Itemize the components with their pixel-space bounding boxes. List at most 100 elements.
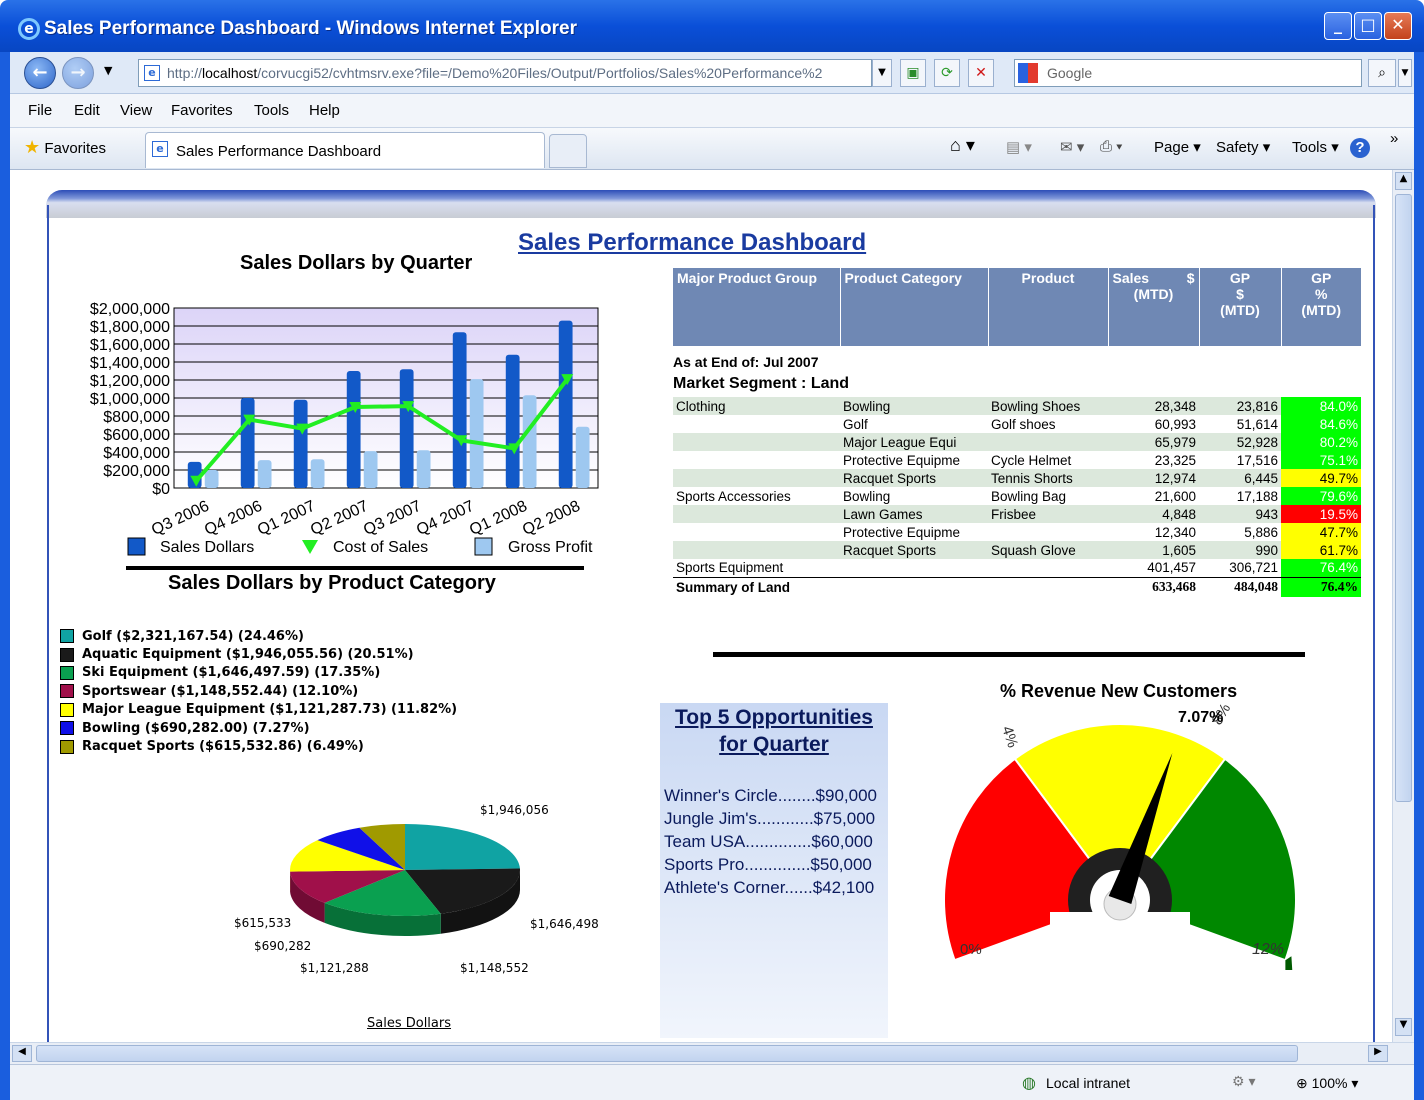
horizontal-scroll-thumb[interactable] (36, 1045, 1298, 1062)
pie-legend: Golf ($2,321,167.54) (24.46%) Aquatic Equ… (60, 627, 457, 756)
section-divider (126, 566, 584, 570)
menu-edit[interactable]: Edit (74, 102, 100, 119)
new-tab-button[interactable] (549, 134, 587, 168)
minimize-button[interactable]: _ (1324, 12, 1352, 40)
legend-label: Ski Equipment ($1,646,497.59) (17.35%) (82, 665, 381, 681)
safety-menu[interactable]: Safety ▾ (1216, 138, 1270, 156)
cell-sales: 12,974 (1108, 469, 1199, 487)
search-options-icon[interactable]: ▼ (1398, 59, 1412, 87)
legend-swatch (60, 665, 74, 680)
compatibility-view-icon[interactable]: ▣ (900, 59, 926, 87)
summary-row: Summary of Land 633,468 484,048 76.4% (673, 576, 1361, 597)
page-menu[interactable]: Page ▾ (1154, 138, 1201, 156)
menu-bar: File Edit View Favorites Tools Help (10, 94, 1414, 128)
cell-major-group (673, 451, 840, 469)
opportunity-item[interactable]: Winner's Circle........$90,000 (664, 784, 888, 807)
table-row: Major League Equi 65,979 52,928 80.2% (673, 433, 1361, 451)
col-gpp-unit: % (1315, 286, 1328, 302)
zoom-control[interactable]: ⊕ 100% ▾ (1296, 1075, 1358, 1092)
sales-table: Major Product Group Product Category Pro… (673, 268, 1361, 597)
pie-legend-item: Bowling ($690,282.00) (7.27%) (60, 719, 457, 737)
menu-favorites[interactable]: Favorites (171, 102, 233, 119)
y-tick-label: $600,000 (103, 427, 170, 444)
pie-caption[interactable]: Sales Dollars (367, 1016, 451, 1031)
cell-gp: 943 (1199, 505, 1281, 523)
cell-sales: 401,457 (1108, 559, 1199, 577)
bar-sales-dollars (346, 371, 361, 488)
pie-legend-item: Golf ($2,321,167.54) (24.46%) (60, 627, 457, 645)
cell-gp: 6,445 (1199, 469, 1281, 487)
print-icon[interactable]: ⎙ ▾ (1100, 138, 1122, 155)
sales-table-body: Clothing Bowling Bowling Shoes 28,348 23,816… (673, 397, 1361, 597)
x-tick-label: Q3 2007 (361, 498, 424, 539)
bar-gross-profit (522, 395, 537, 488)
scroll-up-icon[interactable]: ▲ (1395, 172, 1412, 190)
y-tick-label: $1,400,000 (90, 355, 170, 372)
dashboard-title[interactable]: Sales Performance Dashboard (518, 229, 866, 257)
bar-gross-profit (204, 470, 219, 488)
forward-button[interactable]: → (62, 57, 94, 89)
legend-swatch (60, 739, 74, 754)
opportunity-item[interactable]: Team USA..............$60,000 (664, 830, 888, 853)
summary-empty (988, 576, 1108, 597)
maximize-button[interactable]: □ (1354, 12, 1382, 40)
horizontal-scrollbar[interactable]: ◀ ▶ (10, 1042, 1414, 1064)
chevron-more-icon[interactable]: » (1390, 130, 1398, 147)
cell-gp-percent: 84.0% (1281, 397, 1361, 415)
legend-label: Sportswear ($1,148,552.44) (12.10%) (82, 683, 359, 699)
table-row: Golf Golf shoes 60,993 51,614 84.6% (673, 415, 1361, 433)
x-tick-label: Q2 2007 (308, 498, 371, 539)
menu-tools[interactable]: Tools (254, 102, 289, 119)
url-input[interactable]: http://localhost/corvucgi52/cvhtmsrv.exe… (138, 59, 872, 87)
scroll-down-icon[interactable]: ▼ (1395, 1018, 1412, 1036)
url-dropdown-icon[interactable]: ▼ (872, 59, 892, 87)
favorites-button[interactable]: ★ Favorites (24, 137, 106, 158)
gauge-tick-label: 12% (1252, 941, 1284, 958)
legend-swatch (60, 721, 74, 736)
refresh-icon[interactable]: ⟳ (934, 59, 960, 87)
vertical-scrollbar[interactable]: ▲ ▼ (1392, 170, 1414, 1042)
cell-category: Protective Equipme (840, 523, 988, 541)
cell-sales: 12,340 (1108, 523, 1199, 541)
bar-sales-dollars (399, 369, 414, 488)
stop-icon[interactable]: ✕ (968, 59, 994, 87)
history-dropdown-icon[interactable]: ▼ (104, 64, 112, 77)
opportunity-item[interactable]: Jungle Jim's............$75,000 (664, 807, 888, 830)
favorites-bar: ★ Favorites Sales Performance Dashboard … (10, 128, 1414, 170)
legend-label: Racquet Sports ($615,532.86) (6.49%) (82, 739, 364, 755)
close-button[interactable]: ✕ (1384, 12, 1412, 40)
back-button[interactable]: ← (24, 57, 56, 89)
vertical-scroll-thumb[interactable] (1395, 194, 1412, 802)
col-category-label: Product Category (844, 270, 962, 286)
opportunity-item[interactable]: Sports Pro..............$50,000 (664, 853, 888, 876)
feeds-icon[interactable]: ▤ ▾ (1006, 138, 1032, 156)
mail-icon[interactable]: ✉ ▾ (1060, 138, 1084, 156)
opportunity-item[interactable]: Athlete's Corner......$42,100 (664, 876, 888, 899)
help-icon[interactable]: ? (1350, 138, 1370, 158)
y-tick-label: $0 (152, 481, 170, 498)
search-icon[interactable]: ⌕ (1368, 59, 1396, 87)
bar-gross-profit (363, 451, 378, 488)
tab-dashboard[interactable]: Sales Performance Dashboard (145, 132, 545, 168)
search-input[interactable]: Google (1014, 59, 1362, 87)
cell-category (840, 559, 988, 577)
legend-label: Major League Equipment ($1,121,287.73) (… (82, 702, 458, 718)
menu-help[interactable]: Help (309, 102, 340, 119)
cell-gp: 52,928 (1199, 433, 1281, 451)
cell-gp-percent: 47.7% (1281, 523, 1361, 541)
home-icon[interactable]: ⌂ ▾ (950, 135, 975, 156)
gauge-value-label: 7.07% (1178, 709, 1223, 726)
panel-border-left (47, 205, 49, 1045)
protected-mode-icon[interactable]: ⚙ ▾ (1232, 1073, 1255, 1090)
cell-major-group (673, 523, 840, 541)
cell-product (988, 559, 1108, 577)
y-tick-label: $1,200,000 (90, 373, 170, 390)
scroll-right-icon[interactable]: ▶ (1368, 1045, 1388, 1062)
summary-sales: 633,468 (1108, 576, 1199, 597)
menu-view[interactable]: View (120, 102, 152, 119)
legend-label-gp: Gross Profit (508, 539, 593, 556)
menu-file[interactable]: File (28, 102, 52, 119)
tools-menu[interactable]: Tools ▾ (1292, 138, 1339, 156)
scroll-left-icon[interactable]: ◀ (12, 1045, 32, 1062)
pie-legend-item: Major League Equipment ($1,121,287.73) (… (60, 701, 457, 719)
